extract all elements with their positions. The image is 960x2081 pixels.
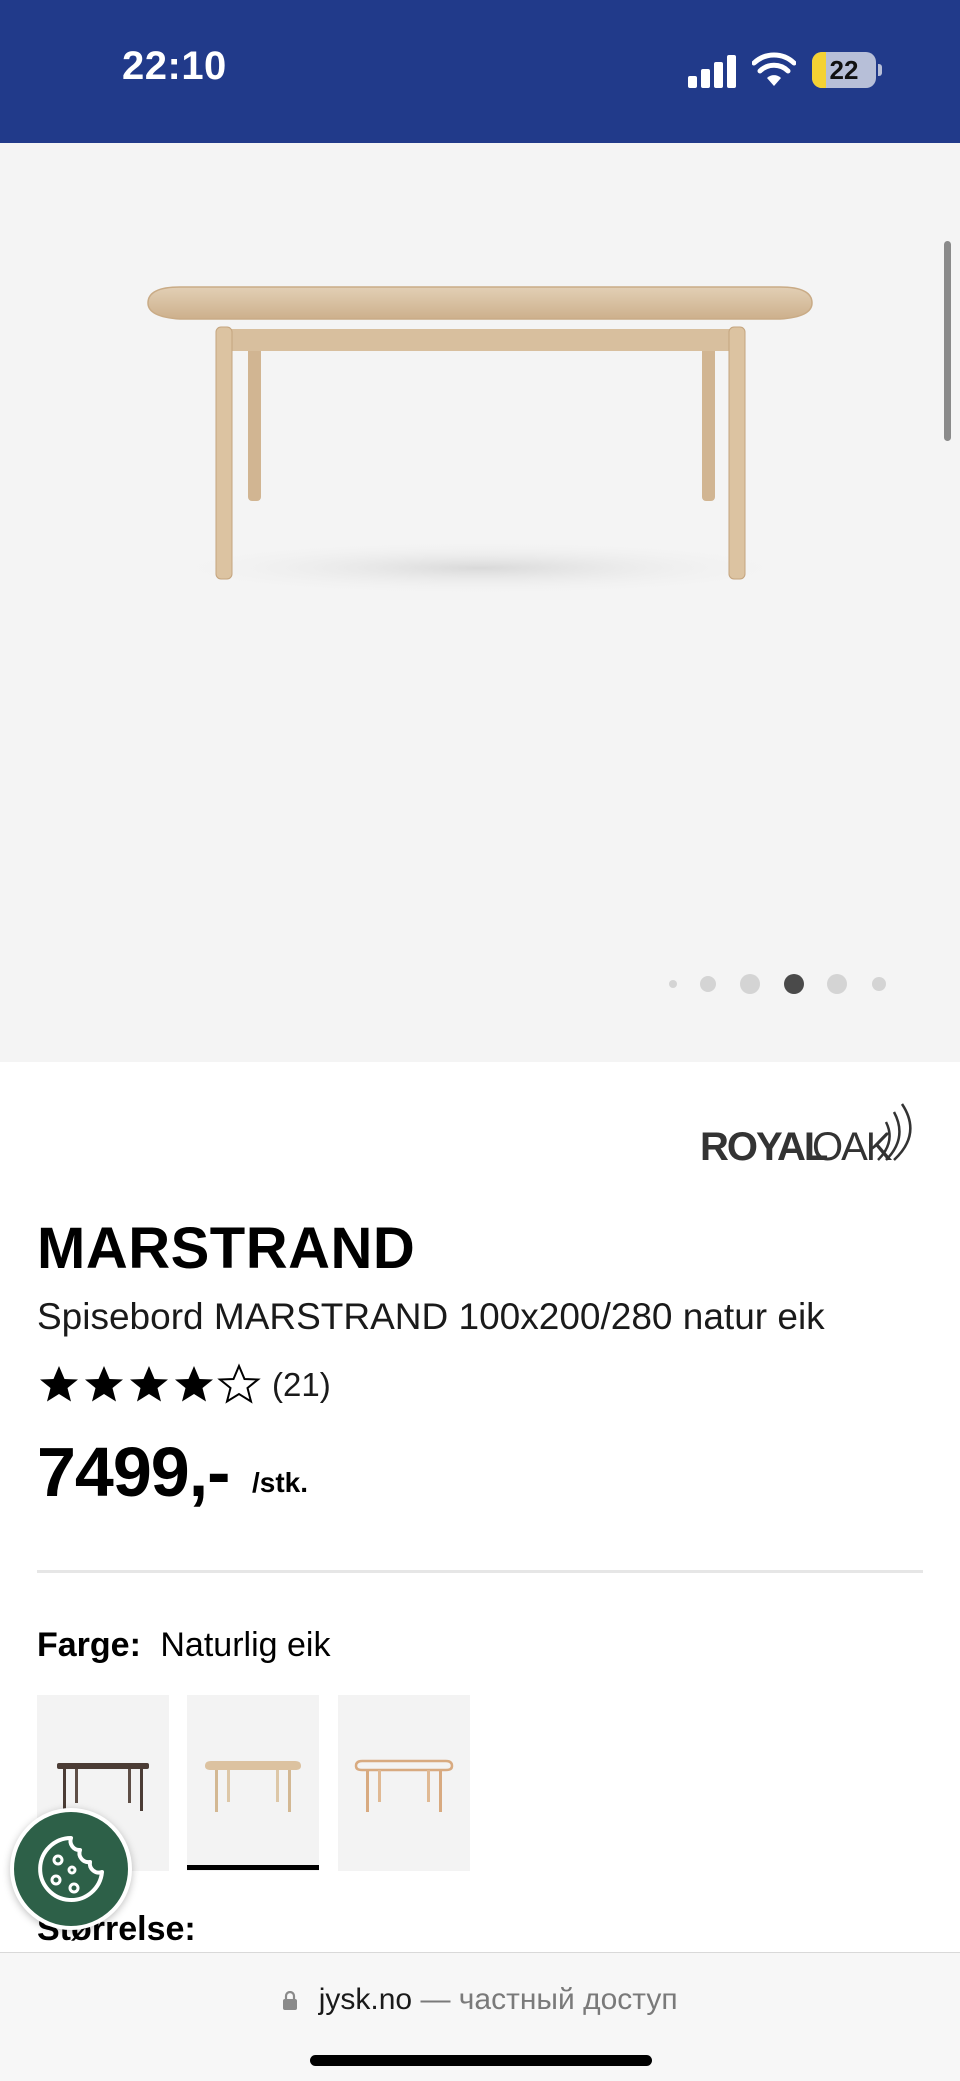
table-thumbnail-icon [205, 1761, 301, 1812]
cookie-settings-button[interactable] [10, 1808, 132, 1930]
color-swatch-natural-oak[interactable] [187, 1695, 319, 1871]
gallery-dot[interactable] [700, 976, 716, 992]
battery-icon: 22 [812, 52, 876, 88]
gallery-dot[interactable] [669, 980, 677, 988]
product-price: 7499,- [37, 1433, 230, 1511]
status-bar: 22:10 22 [0, 0, 960, 143]
gallery-dot[interactable] [740, 974, 760, 994]
gallery-dot[interactable] [784, 974, 804, 994]
rating-count[interactable]: (21) [272, 1366, 331, 1404]
color-selector-heading: Farge: Naturlig eik [37, 1626, 330, 1665]
address-field[interactable]: jysk.no — частный доступ [0, 1983, 960, 2017]
star-icon [130, 1366, 168, 1402]
table-thumbnail-icon [57, 1763, 149, 1811]
gallery-dot[interactable] [872, 977, 886, 991]
svg-text:ROYAL: ROYAL [700, 1125, 828, 1169]
selected-swatch-indicator [187, 1865, 319, 1870]
color-label: Farge: [37, 1626, 141, 1664]
product-image[interactable] [120, 283, 840, 603]
home-indicator[interactable] [310, 2055, 652, 2066]
star-icon [217, 1363, 261, 1404]
star-icon [175, 1366, 213, 1402]
battery-tip [878, 64, 882, 76]
private-mode-label: — частный доступ [420, 1983, 678, 2016]
battery-percent: 22 [829, 55, 859, 85]
gallery-pagination[interactable] [0, 969, 960, 999]
product-description: Spisebord MARSTRAND 100x200/280 natur ei… [37, 1296, 825, 1337]
scrollbar[interactable] [944, 241, 951, 441]
lock-icon [283, 1991, 298, 2010]
divider [37, 1570, 923, 1573]
address-domain: jysk.no [318, 1983, 413, 2016]
product-image-gallery[interactable] [0, 143, 960, 1062]
cookie-icon [38, 1836, 104, 1902]
product-name: MARSTRAND [37, 1216, 416, 1281]
svg-text:OAK: OAK [812, 1125, 893, 1169]
color-swatch-oak[interactable] [338, 1695, 470, 1871]
color-selected-value: Naturlig eik [160, 1626, 331, 1664]
browser-address-bar[interactable]: jysk.no — частный доступ [0, 1952, 960, 2081]
rating[interactable]: (21) [37, 1362, 331, 1408]
star-icon [40, 1366, 78, 1402]
brand-logo: ROYAL OAK [700, 1103, 912, 1169]
gallery-dot[interactable] [827, 974, 847, 994]
status-time: 22:10 [122, 44, 227, 88]
rating-stars [37, 1363, 262, 1407]
wifi-icon [752, 52, 796, 86]
star-icon [85, 1366, 123, 1402]
price-unit: /stk. [252, 1467, 309, 1498]
table-thumbnail-icon [354, 1759, 454, 1812]
signal-icon [688, 54, 736, 88]
